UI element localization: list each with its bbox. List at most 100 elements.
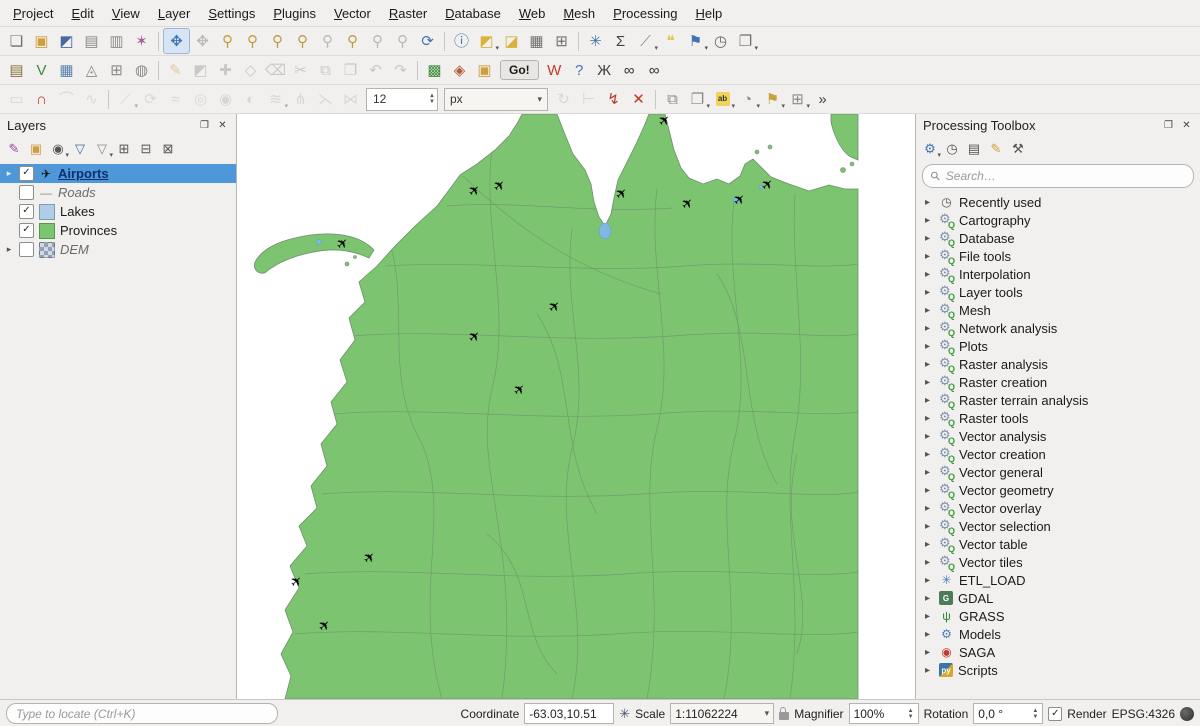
- expand-arrow[interactable]: ▸: [925, 431, 934, 442]
- toolbox-group-grass[interactable]: ▸ψGRASS: [916, 607, 1200, 625]
- select-features-icon[interactable]: ◩▾: [474, 29, 499, 53]
- zoom-native-icon[interactable]: ⚲: [265, 29, 290, 53]
- add-wms-layer-icon[interactable]: ◍: [129, 58, 154, 82]
- pan-to-selection-icon[interactable]: ✥: [190, 29, 215, 53]
- toolbox-group-vector-geometry[interactable]: ▸⚙QVector geometry: [916, 481, 1200, 499]
- layer-item-provinces[interactable]: ✓Provinces: [0, 221, 236, 240]
- expand-arrow[interactable]: ▸: [925, 647, 934, 658]
- messages-icon[interactable]: [1180, 707, 1194, 721]
- plugin-folder-icon[interactable]: ▣: [472, 58, 497, 82]
- save-project-icon[interactable]: ◩: [54, 29, 79, 53]
- expand-arrow[interactable]: ▸: [925, 485, 934, 496]
- toolbox-group-plots[interactable]: ▸⚙QPlots: [916, 337, 1200, 355]
- style-manager-icon[interactable]: ✶: [129, 29, 154, 53]
- remove-layer-icon[interactable]: ⊠: [157, 138, 179, 160]
- manage-map-themes-icon[interactable]: ◉▾: [47, 138, 69, 160]
- expand-arrow[interactable]: ▸: [925, 377, 934, 388]
- copy-features-icon[interactable]: ⧉: [313, 58, 338, 82]
- enable-tracing-icon[interactable]: ⟋▾: [113, 87, 138, 111]
- glasses-plugin-icon[interactable]: ∞: [617, 58, 642, 82]
- data-source-manager-icon[interactable]: ▤: [4, 58, 29, 82]
- locate-input[interactable]: Type to locate (Ctrl+K): [6, 703, 278, 724]
- layer-diagram-icon[interactable]: ◔▾: [735, 87, 760, 111]
- menu-plugins[interactable]: Plugins: [264, 2, 325, 25]
- paste-style-icon[interactable]: ❐▾: [685, 87, 710, 111]
- add-raster-layer-icon[interactable]: ▦: [54, 58, 79, 82]
- new-bookmark-icon[interactable]: ⚑▾: [683, 29, 708, 53]
- magnifier-spinbox[interactable]: 100% ▲▼: [849, 703, 919, 724]
- print-layout-icon[interactable]: ▤: [79, 29, 104, 53]
- glasses-plugin-icon-2[interactable]: ∞: [642, 58, 667, 82]
- expand-arrow[interactable]: ▸: [925, 449, 934, 460]
- layer-item-airports[interactable]: ▸✓✈Airports: [0, 164, 236, 183]
- add-vector-layer-icon[interactable]: V: [29, 58, 54, 82]
- toolbox-group-vector-overlay[interactable]: ▸⚙QVector overlay: [916, 499, 1200, 517]
- layers-undock-icon[interactable]: ❐: [198, 119, 211, 132]
- toolbox-group-database[interactable]: ▸⚙QDatabase: [916, 229, 1200, 247]
- reshape-features-icon[interactable]: ⋔: [288, 87, 313, 111]
- render-checkbox[interactable]: ✓: [1048, 707, 1062, 721]
- edit-in-place-icon[interactable]: ✎: [985, 138, 1007, 160]
- redo-icon[interactable]: ↷: [388, 58, 413, 82]
- zoom-to-selection-icon[interactable]: ⚲: [315, 29, 340, 53]
- osm-search-button[interactable]: Go!: [500, 60, 539, 80]
- processing-toolbox-icon[interactable]: ✳: [583, 29, 608, 53]
- filter-expression-icon[interactable]: ▽▾: [91, 138, 113, 160]
- expand-arrow[interactable]: ▸: [925, 503, 934, 514]
- layer-checkbox[interactable]: ✓: [19, 166, 34, 181]
- expand-arrow[interactable]: ▸: [925, 269, 934, 280]
- spin-arrows[interactable]: ▲▼: [429, 93, 435, 105]
- expand-arrow[interactable]: ▸: [925, 593, 934, 604]
- options-icon[interactable]: ⚒: [1007, 138, 1029, 160]
- paste-features-icon[interactable]: ❐: [338, 58, 363, 82]
- expand-arrow[interactable]: ▸: [925, 323, 934, 334]
- results-viewer-icon[interactable]: ▤: [963, 138, 985, 160]
- delete-selected-icon[interactable]: ⌫: [263, 58, 288, 82]
- layout-manager-icon[interactable]: ▥: [104, 29, 129, 53]
- layer-item-lakes[interactable]: ✓Lakes: [0, 202, 236, 221]
- avoid-intersections-icon[interactable]: ↯: [601, 87, 626, 111]
- expand-arrow[interactable]: ▸: [925, 251, 934, 262]
- highlight-pinned-icon[interactable]: ⊞▾: [785, 87, 810, 111]
- toolbox-group-layer-tools[interactable]: ▸⚙QLayer tools: [916, 283, 1200, 301]
- toolbox-group-network-analysis[interactable]: ▸⚙QNetwork analysis: [916, 319, 1200, 337]
- expand-arrow[interactable]: ▸: [4, 168, 14, 179]
- spin-arrows[interactable]: ▲▼: [1032, 708, 1038, 720]
- layer-labeling-icon[interactable]: ab▾: [710, 87, 735, 111]
- zoom-next-icon[interactable]: ⚲: [390, 29, 415, 53]
- toolbox-group-vector-general[interactable]: ▸⚙QVector general: [916, 463, 1200, 481]
- map-canvas[interactable]: ✈✈✈✈✈✈✈✈✈✈✈✈✈✈: [237, 114, 915, 699]
- expand-arrow[interactable]: ▸: [925, 629, 934, 640]
- pan-map-icon[interactable]: ✥: [163, 28, 190, 54]
- rotation-spinbox[interactable]: 0,0 ° ▲▼: [973, 703, 1043, 724]
- offset-curve-icon[interactable]: ≋▾: [263, 87, 288, 111]
- add-mesh-layer-icon[interactable]: ◬: [79, 58, 104, 82]
- filter-legend-icon[interactable]: ▽: [69, 138, 91, 160]
- open-project-icon[interactable]: ▣: [29, 29, 54, 53]
- toolbox-group-models[interactable]: ▸⚙Models: [916, 625, 1200, 643]
- toolbox-group-vector-tiles[interactable]: ▸⚙QVector tiles: [916, 553, 1200, 571]
- map-tips-icon[interactable]: ❝: [658, 29, 683, 53]
- extents-toggle-icon[interactable]: ✳: [619, 706, 630, 722]
- menu-view[interactable]: View: [103, 2, 149, 25]
- cancel-edits-icon[interactable]: ✕: [626, 87, 651, 111]
- toolbox-group-raster-analysis[interactable]: ▸⚙QRaster analysis: [916, 355, 1200, 373]
- menu-processing[interactable]: Processing: [604, 2, 686, 25]
- expand-arrow[interactable]: ▸: [925, 359, 934, 370]
- toggle-editing-icon[interactable]: ✎: [163, 58, 188, 82]
- digitize-curve-icon[interactable]: ⌒: [54, 87, 79, 111]
- statistics-icon[interactable]: Σ: [608, 29, 633, 53]
- expand-arrow[interactable]: ▸: [925, 341, 934, 352]
- identify-features-icon[interactable]: ⓘ: [449, 29, 474, 53]
- toolbox-group-vector-table[interactable]: ▸⚙QVector table: [916, 535, 1200, 553]
- measure-icon[interactable]: ⟋▾: [633, 29, 658, 53]
- expand-arrow[interactable]: ▸: [925, 305, 934, 316]
- toolbox-group-interpolation[interactable]: ▸⚙QInterpolation: [916, 265, 1200, 283]
- expand-arrow[interactable]: ▸: [4, 244, 14, 255]
- toolbox-group-scripts[interactable]: ▸pyScripts: [916, 661, 1200, 679]
- toolbox-group-etl-load[interactable]: ▸✳ETL_LOAD: [916, 571, 1200, 589]
- offset-units-combo[interactable]: px▾: [444, 88, 548, 111]
- spin-arrows[interactable]: ▲▼: [908, 708, 914, 720]
- menu-help[interactable]: Help: [686, 2, 731, 25]
- toolbox-group-vector-selection[interactable]: ▸⚙QVector selection: [916, 517, 1200, 535]
